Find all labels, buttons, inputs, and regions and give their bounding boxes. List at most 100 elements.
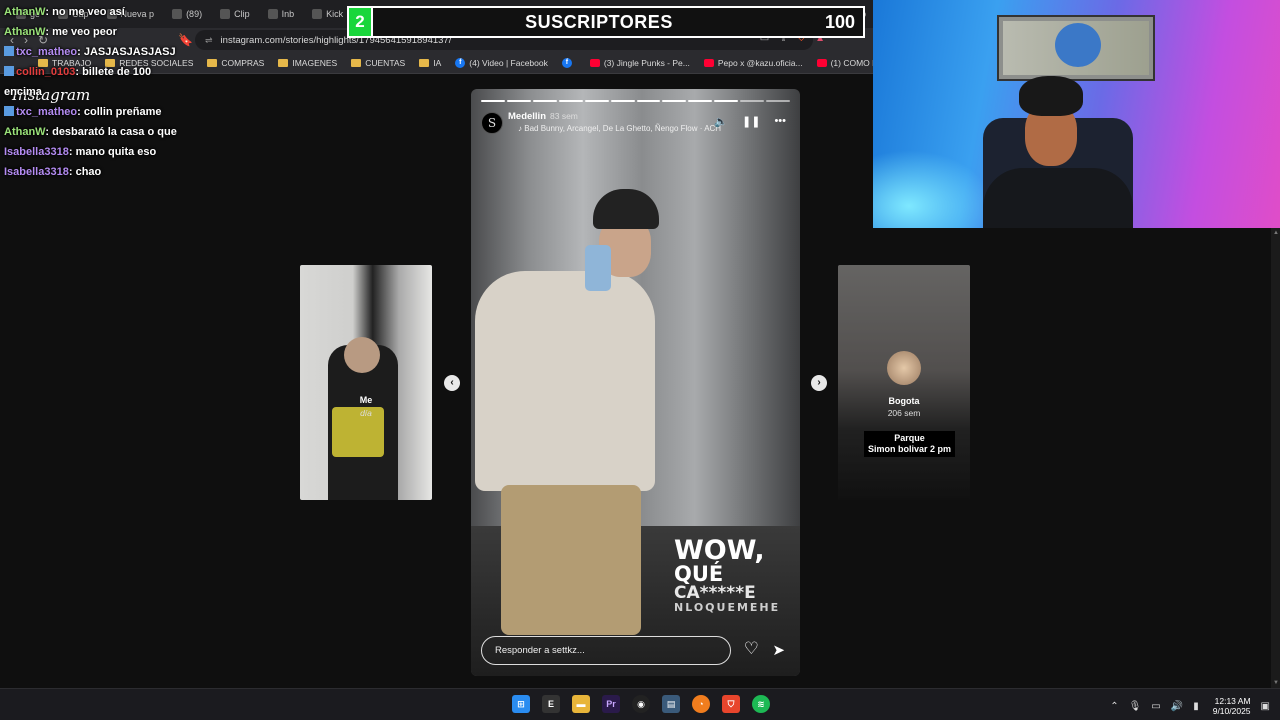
volume-icon[interactable]: 🔈	[714, 115, 728, 128]
story-controls: 🔈 ❚❚ •••	[714, 115, 786, 128]
chat-message: AthanW: no me veo así	[4, 2, 204, 22]
bookmark-item[interactable]: (1) COMO HACER M...	[816, 58, 873, 68]
next-story-age: 206 sem	[887, 408, 921, 418]
story-avatar[interactable]: S	[481, 112, 503, 134]
bookmark-label: Pepo x @kazu.oficia...	[717, 57, 803, 68]
story-account-name[interactable]: Medellin	[508, 111, 546, 122]
next-story-arrow-icon[interactable]: ›	[811, 375, 827, 391]
overlay-line-2: QUÉ	[674, 562, 724, 586]
chat-text: encima	[4, 86, 42, 98]
story-music-credit[interactable]: ♪ Bad Bunny, Arcangel, De La Ghetto, Ñen…	[518, 124, 721, 133]
next-story-sticker: Parque Simon bolivar 2 pm	[864, 431, 956, 457]
browser-tab[interactable]: Clip	[212, 3, 258, 25]
chat-separator: :	[77, 46, 84, 58]
bookmark-label: IMAGENES	[292, 57, 338, 68]
gmail-icon	[267, 9, 278, 19]
youtube-icon	[816, 58, 827, 67]
progress-segment	[636, 100, 661, 102]
story-viewer[interactable]: S Medellin 83 sem ♪ Bad Bunny, Arcangel, …	[471, 89, 800, 676]
scroll-up-icon[interactable]: ▲	[1273, 230, 1279, 236]
microphone-icon[interactable]: 🎙	[1129, 701, 1142, 712]
notification-icon[interactable]: ▣	[1261, 701, 1270, 712]
scroll-down-icon[interactable]: ▼	[1273, 680, 1279, 686]
overlay-line-1: WOW,	[674, 535, 765, 566]
brave-browser-icon[interactable]: ⛉	[722, 695, 740, 713]
screen: geCapNueva p(89)ClipInbKick(90)(90)(89)(…	[0, 0, 1280, 720]
framed-bill-character	[1055, 23, 1101, 67]
browser-tab-label: Inb	[281, 9, 295, 19]
epic-games-icon[interactable]: E	[542, 695, 560, 713]
chat-username: txc_matheo	[16, 46, 78, 58]
webcam-person-body	[983, 168, 1133, 228]
taskbar-apps: ⊞ E ▬ Pr ◉ ▤ ◔ ⛉ ≋	[512, 695, 770, 713]
previous-story-preview[interactable]: Me día	[300, 265, 432, 500]
story-cap	[593, 189, 659, 229]
battery-icon[interactable]: ▮	[1193, 701, 1199, 712]
windows-start-icon[interactable]: ⊞	[512, 695, 530, 713]
notepad-icon[interactable]: ▤	[662, 695, 680, 713]
premiere-pro-icon[interactable]: Pr	[602, 695, 620, 713]
progress-segment	[558, 100, 583, 102]
bookmark-item[interactable]: IMAGENES	[278, 58, 337, 68]
bookmark-item[interactable]: f	[561, 57, 576, 68]
folder-icon	[207, 58, 218, 67]
taskbar-clock[interactable]: 12:13 AM 9/10/2025	[1213, 696, 1251, 716]
folder-icon	[278, 58, 289, 67]
browser-tab-label: Clip	[234, 9, 250, 19]
preview-head	[344, 337, 380, 373]
volume-tray-icon[interactable]: 🔊	[1171, 701, 1183, 712]
page-scrollbar[interactable]: ▲ ▼	[1271, 228, 1280, 688]
reply-input[interactable]: Responder a settkz...	[481, 636, 731, 665]
subscriber-goal-banner: 2 SUSCRIPTORES 100	[347, 6, 865, 38]
bookmark-item[interactable]: f (4) Video | Facebook	[455, 57, 548, 68]
next-story-avatar	[887, 351, 921, 385]
progress-segment	[714, 100, 739, 102]
bookmark-item[interactable]: IA	[419, 58, 441, 68]
clip-icon	[220, 9, 231, 19]
next-story-preview[interactable]: Bogota 206 sem Parque Simon bolivar 2 pm	[838, 265, 970, 500]
facebook-icon: f	[561, 57, 572, 68]
progress-segment	[584, 100, 609, 102]
folder-icon	[419, 58, 430, 67]
file-explorer-icon[interactable]: ▬	[572, 695, 590, 713]
blender-icon[interactable]: ◔	[692, 695, 710, 713]
story-account[interactable]: Medellin 83 sem	[508, 111, 578, 122]
system-tray: ⌃ 🎙 ▭ 🔊 ▮ 12:13 AM 9/10/2025 ▣	[1110, 696, 1270, 716]
story-pants	[501, 485, 641, 635]
like-heart-icon[interactable]: ♡	[744, 639, 759, 659]
browser-tab[interactable]: Kick	[304, 3, 351, 25]
x-icon	[312, 9, 323, 19]
progress-segment	[532, 100, 557, 102]
browser-tab[interactable]: Inb	[260, 3, 303, 25]
chat-message: encima	[4, 82, 204, 102]
chat-text: me veo peor	[52, 26, 117, 38]
bookmark-item[interactable]: CUENTAS	[351, 58, 405, 68]
facebook-icon: f	[455, 57, 466, 68]
chat-username: AthanW	[4, 26, 46, 38]
chat-username: Isabella3318	[4, 146, 69, 158]
story-music-text: Bad Bunny, Arcangel, De La Ghetto, Ñengo…	[524, 124, 722, 133]
chat-message: txc_matheo: JASJASJASJASJ	[4, 42, 204, 62]
tray-overflow-icon[interactable]: ⌃	[1110, 701, 1118, 712]
chat-message: Isabella3318: chao	[4, 162, 204, 182]
send-icon[interactable]: ➤	[772, 641, 785, 659]
network-icon[interactable]: ▭	[1151, 701, 1160, 712]
obs-icon[interactable]: ◉	[632, 695, 650, 713]
chat-message: AthanW: me veo peor	[4, 22, 204, 42]
bookmark-item[interactable]: (3) Jingle Punks - Pe...	[589, 58, 690, 68]
spotify-icon[interactable]: ≋	[752, 695, 770, 713]
bookmark-item[interactable]: Pepo x @kazu.oficia...	[703, 57, 803, 68]
stream-chat-overlay: AthanW: no me veo así AthanW: me veo peor…	[4, 2, 204, 182]
site-info-icon[interactable]: ⇌	[205, 35, 213, 46]
chat-text: desbarató la casa o que	[52, 126, 177, 138]
previous-story-arrow-icon[interactable]: ‹	[444, 375, 460, 391]
webcam-wall-frame	[997, 15, 1155, 81]
progress-segment	[662, 100, 687, 102]
chat-badge-icon	[4, 106, 14, 116]
more-options-icon[interactable]: •••	[774, 115, 786, 128]
youtube-icon	[589, 58, 600, 67]
pause-icon[interactable]: ❚❚	[742, 115, 760, 128]
bookmark-label: (4) Video | Facebook	[469, 57, 548, 68]
bookmark-item[interactable]: COMPRAS	[207, 58, 264, 68]
chat-text: JASJASJASJASJ	[83, 46, 176, 58]
